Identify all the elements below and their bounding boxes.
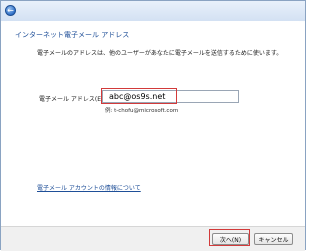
page-description: 電子メールのアドレスは、他のユーザーがあなたに電子メールを送信するために使います… [37,50,283,57]
email-field[interactable] [102,90,239,103]
back-arrow-icon: ← [7,5,14,15]
page-title: インターネット電子メール アドレス [15,31,130,39]
email-label: 電子メール アドレス(E): [39,96,106,103]
wizard-top-bar: ← [1,1,305,21]
cancel-button[interactable]: キャンセル [254,233,293,245]
account-info-link[interactable]: 電子メール アカウントの情報について [37,183,141,192]
email-example-text: 例: t-chofu@microsoft.com [105,108,179,114]
wizard-window: ← インターネット電子メール アドレス 電子メールのアドレスは、他のユーザーがあ… [0,0,306,251]
back-button[interactable]: ← [5,5,16,16]
wizard-footer: 次へ(N) キャンセル [1,226,305,251]
next-button[interactable]: 次へ(N) [212,233,249,245]
